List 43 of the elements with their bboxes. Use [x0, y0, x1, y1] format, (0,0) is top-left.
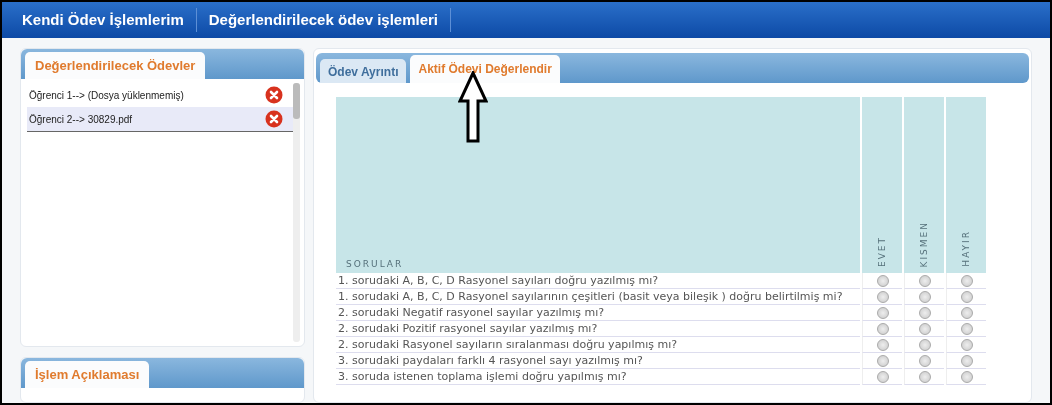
radio-button[interactable]	[876, 371, 889, 383]
question-cell: 2. sorudaki Rasyonel sayıların sıralanması doğru yapılmış mı?	[336, 337, 860, 353]
radio-button[interactable]	[960, 275, 973, 287]
radio-button[interactable]	[876, 275, 889, 287]
radio-button[interactable]	[876, 291, 889, 303]
radio-button[interactable]	[918, 371, 931, 383]
radio-button[interactable]	[918, 323, 931, 335]
question-cell: 3. sorudaki paydaları farklı 4 rasyonel sayı yazılmış mı?	[336, 353, 860, 369]
radio-button[interactable]	[876, 339, 889, 351]
radio-button[interactable]	[960, 291, 973, 303]
radio-button[interactable]	[960, 355, 973, 367]
radio-button[interactable]	[960, 371, 973, 383]
radio-button[interactable]	[876, 323, 889, 335]
tab[interactable]: Ödev Ayrıntı	[320, 59, 407, 83]
column-header: KISMEN	[904, 97, 944, 273]
scrollbar[interactable]	[293, 83, 300, 342]
column-header: SORULAR	[336, 97, 860, 273]
question-cell: 1. sorudaki A, B, C, D Rasyonel sayıları doğru yazılmış mı?	[336, 273, 860, 289]
delete-icon[interactable]	[265, 86, 283, 104]
question-cell: 1. sorudaki A, B, C, D Rasyonel sayılarının çeşitleri (basit veya bileşik ) doğru belirtilmiş mi?	[336, 289, 860, 305]
nav-link[interactable]: Değerlendirilecek ödev işlemleri	[196, 8, 451, 32]
column-header: EVET	[862, 97, 902, 273]
question-cell: 2. sorudaki Negatif rasyonel sayılar yazılmış mı?	[336, 305, 860, 321]
assignment-item[interactable]: Öğrenci 2--> 30829.pdf	[27, 107, 293, 132]
delete-icon[interactable]	[265, 110, 283, 128]
question-cell: 2. sorudaki Pozitif rasyonel sayılar yazılmış mı?	[336, 321, 860, 337]
radio-button[interactable]	[918, 275, 931, 287]
radio-button[interactable]	[876, 355, 889, 367]
up-arrow-icon	[458, 71, 488, 143]
radio-button[interactable]	[960, 339, 973, 351]
radio-button[interactable]	[960, 307, 973, 319]
question-cell: 3. soruda istenen toplama işlemi doğru yapılmış mı?	[336, 369, 860, 385]
radio-button[interactable]	[918, 355, 931, 367]
column-header: HAYIR	[946, 97, 986, 273]
radio-button[interactable]	[876, 307, 889, 319]
assignment-item[interactable]: Öğrenci 1--> (Dosya yüklenmemiş)	[27, 83, 293, 107]
nav-link[interactable]: Kendi Ödev İşlemlerim	[22, 8, 197, 32]
radio-button[interactable]	[960, 323, 973, 335]
panel-title: Değerlendirilecek Ödevler	[25, 52, 206, 79]
radio-button[interactable]	[918, 291, 931, 303]
radio-button[interactable]	[918, 339, 931, 351]
panel-title: İşlem Açıklaması	[25, 361, 150, 388]
radio-button[interactable]	[918, 307, 931, 319]
